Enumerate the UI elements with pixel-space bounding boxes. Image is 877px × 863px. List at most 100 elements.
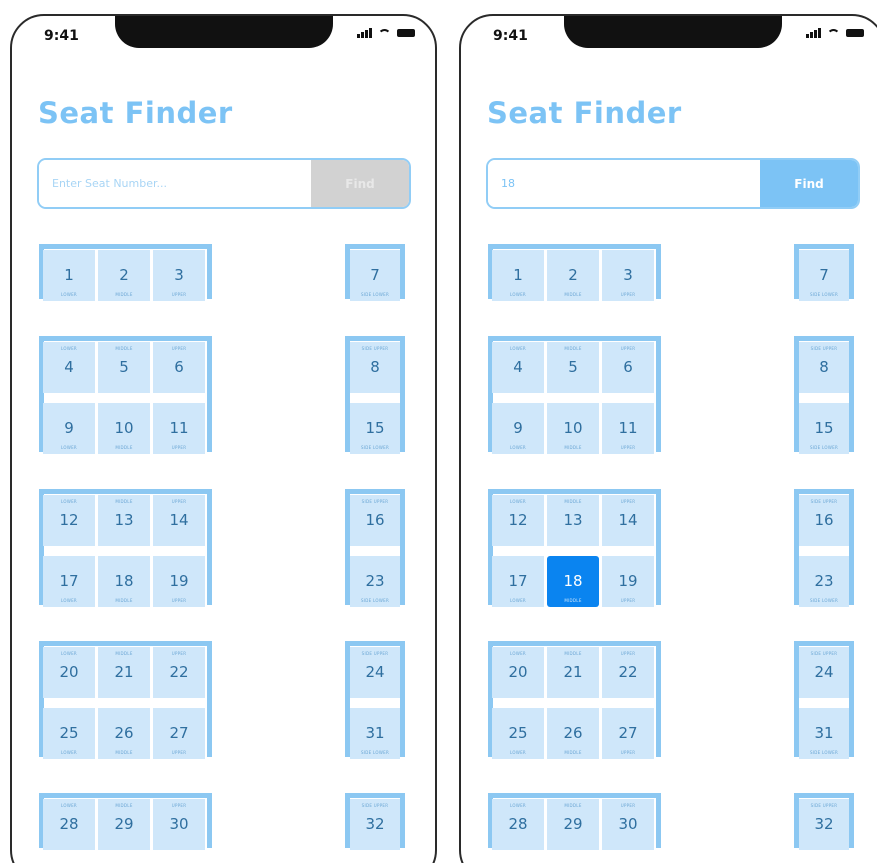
seat-13[interactable]: 13 MIDDLE: [547, 495, 599, 546]
berth-label: SIDE UPPER: [361, 651, 389, 656]
seat-5[interactable]: 5 MIDDLE: [98, 342, 150, 393]
seat-18[interactable]: 18 MIDDLE: [98, 556, 150, 607]
seat-25[interactable]: 25 LOWER: [492, 708, 544, 759]
seat-20[interactable]: 20 LOWER: [492, 647, 544, 698]
seat-4[interactable]: 4 LOWER: [492, 342, 544, 393]
seat-25[interactable]: 25 LOWER: [43, 708, 95, 759]
seat-number: 31: [365, 724, 385, 742]
seat-1[interactable]: 1 LOWER: [492, 250, 544, 301]
seat-30[interactable]: 30 UPPER: [153, 799, 205, 850]
seat-13[interactable]: 13 MIDDLE: [98, 495, 150, 546]
seat-10[interactable]: 10 MIDDLE: [547, 403, 599, 454]
seat-21[interactable]: 21 MIDDLE: [98, 647, 150, 698]
seat-5[interactable]: 5 MIDDLE: [547, 342, 599, 393]
seat-number: 14: [169, 511, 189, 529]
seat-6[interactable]: 6 UPPER: [602, 342, 654, 393]
seat-16[interactable]: 16 SIDE UPPER: [799, 495, 849, 546]
seat-23[interactable]: 23 SIDE LOWER: [799, 556, 849, 607]
seat-16[interactable]: 16 SIDE UPPER: [350, 495, 400, 546]
berth-label: UPPER: [171, 292, 187, 297]
seat-11[interactable]: 11 UPPER: [602, 403, 654, 454]
seat-24[interactable]: 24 SIDE UPPER: [799, 647, 849, 698]
seat-4[interactable]: 4 LOWER: [43, 342, 95, 393]
berth-label: MIDDLE: [115, 803, 133, 808]
seat-29[interactable]: 29 MIDDLE: [547, 799, 599, 850]
seat-27[interactable]: 27 UPPER: [153, 708, 205, 759]
seat-14[interactable]: 14 UPPER: [602, 495, 654, 546]
seat-8[interactable]: 8 SIDE UPPER: [350, 342, 400, 393]
seat-11[interactable]: 11 UPPER: [153, 403, 205, 454]
find-button[interactable]: Find: [760, 160, 858, 207]
seat-26[interactable]: 26 MIDDLE: [547, 708, 599, 759]
seat-26[interactable]: 26 MIDDLE: [98, 708, 150, 759]
seat-30[interactable]: 30 UPPER: [602, 799, 654, 850]
seat-19[interactable]: 19 UPPER: [602, 556, 654, 607]
seat-9[interactable]: 9 LOWER: [43, 403, 95, 454]
seat-15[interactable]: 15 SIDE LOWER: [350, 403, 400, 454]
berth-label: LOWER: [510, 292, 526, 297]
berth-rail: [656, 641, 661, 757]
berth-label: UPPER: [620, 803, 636, 808]
seat-number: 20: [59, 663, 79, 681]
seat-number: 29: [563, 815, 583, 833]
berth-label: LOWER: [510, 750, 526, 755]
seat-10[interactable]: 10 MIDDLE: [98, 403, 150, 454]
seat-23[interactable]: 23 SIDE LOWER: [350, 556, 400, 607]
seat-9[interactable]: 9 LOWER: [492, 403, 544, 454]
seat-17[interactable]: 17 LOWER: [492, 556, 544, 607]
seat-12[interactable]: 12 LOWER: [43, 495, 95, 546]
berth-rail: [794, 489, 854, 494]
seat-number: 26: [563, 724, 583, 742]
berth-rail: [656, 244, 661, 299]
seat-12[interactable]: 12 LOWER: [492, 495, 544, 546]
seat-8[interactable]: 8 SIDE UPPER: [799, 342, 849, 393]
seat-24[interactable]: 24 SIDE UPPER: [350, 647, 400, 698]
seat-number-input[interactable]: [488, 160, 760, 207]
seat-29[interactable]: 29 MIDDLE: [98, 799, 150, 850]
seat-number-input[interactable]: [39, 160, 311, 207]
seat-20[interactable]: 20 LOWER: [43, 647, 95, 698]
seat-17[interactable]: 17 LOWER: [43, 556, 95, 607]
berth-label: SIDE UPPER: [361, 346, 389, 351]
seat-number: 23: [814, 572, 834, 590]
berth-label: UPPER: [620, 598, 636, 603]
seat-22[interactable]: 22 UPPER: [602, 647, 654, 698]
seat-number: 6: [623, 358, 633, 376]
berth-rail: [488, 641, 661, 646]
seat-31[interactable]: 31 SIDE LOWER: [350, 708, 400, 759]
berth-label: MIDDLE: [115, 598, 133, 603]
seat-7[interactable]: 7 SIDE LOWER: [799, 250, 849, 301]
seat-28[interactable]: 28 LOWER: [492, 799, 544, 850]
berth-label: SIDE UPPER: [810, 499, 838, 504]
seat-2[interactable]: 2 MIDDLE: [98, 250, 150, 301]
find-button[interactable]: Find: [311, 160, 409, 207]
status-time: 9:41: [493, 28, 528, 44]
seat-28[interactable]: 28 LOWER: [43, 799, 95, 850]
seat-1[interactable]: 1 LOWER: [43, 250, 95, 301]
seat-22[interactable]: 22 UPPER: [153, 647, 205, 698]
berth-label: UPPER: [171, 651, 187, 656]
seat-6[interactable]: 6 UPPER: [153, 342, 205, 393]
berth-label: SIDE LOWER: [360, 445, 390, 450]
seat-32[interactable]: 32 SIDE UPPER: [350, 799, 400, 850]
berth-rail: [207, 793, 212, 848]
berth-rail: [345, 793, 405, 798]
seat-27[interactable]: 27 UPPER: [602, 708, 654, 759]
page-title: Seat Finder: [38, 96, 233, 130]
berth-label: LOWER: [61, 445, 77, 450]
seat-3[interactable]: 3 UPPER: [153, 250, 205, 301]
seat-21[interactable]: 21 MIDDLE: [547, 647, 599, 698]
berth-label: SIDE LOWER: [360, 750, 390, 755]
seat-19[interactable]: 19 UPPER: [153, 556, 205, 607]
seat-14[interactable]: 14 UPPER: [153, 495, 205, 546]
seat-32[interactable]: 32 SIDE UPPER: [799, 799, 849, 850]
seat-3[interactable]: 3 UPPER: [602, 250, 654, 301]
berth-rail: [207, 489, 212, 605]
seat-7[interactable]: 7 SIDE LOWER: [350, 250, 400, 301]
seat-2[interactable]: 2 MIDDLE: [547, 250, 599, 301]
seat-15[interactable]: 15 SIDE LOWER: [799, 403, 849, 454]
berth-rail: [794, 244, 854, 249]
berth-rail: [488, 489, 661, 494]
seat-18[interactable]: 18 MIDDLE: [547, 556, 599, 607]
seat-31[interactable]: 31 SIDE LOWER: [799, 708, 849, 759]
